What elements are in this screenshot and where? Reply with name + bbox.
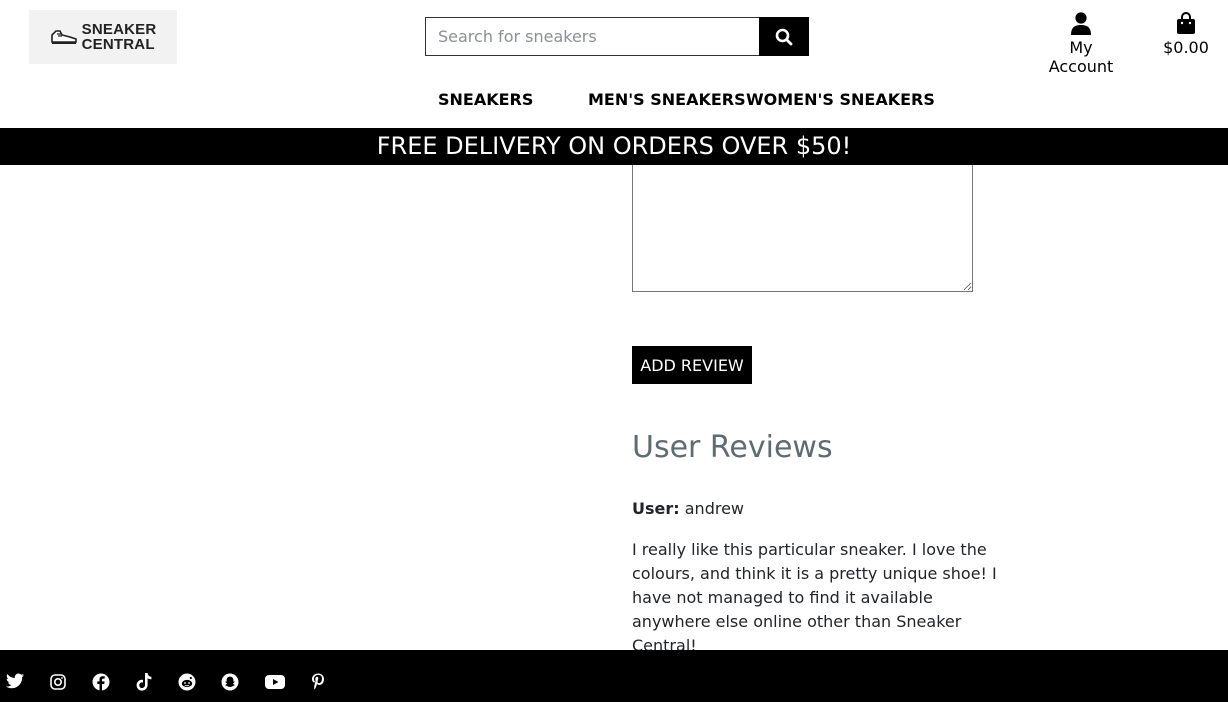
review-user: User: andrew (632, 499, 744, 518)
snapchat-link[interactable] (220, 672, 240, 692)
user-icon (1071, 12, 1091, 35)
logo-line-1: SNEAKER (81, 21, 157, 38)
review-user-label: User: (632, 499, 680, 518)
pinterest-link[interactable] (308, 672, 328, 692)
nav-item-mens-sneakers[interactable]: MEN'S SNEAKERS (588, 90, 746, 109)
sneaker-logo-icon (50, 30, 77, 44)
search-icon (775, 28, 793, 45)
shopping-bag-icon (1177, 12, 1195, 34)
search-bar (425, 17, 809, 56)
tiktok-link[interactable] (134, 672, 154, 692)
page: SNEAKER CENTRAL My Account (0, 0, 1228, 702)
search-button[interactable] (759, 17, 809, 56)
logo-text: SNEAKER CENTRAL (82, 22, 157, 52)
facebook-icon (92, 673, 110, 691)
review-body: I really like this particular sneaker. I… (632, 540, 997, 655)
review-textarea[interactable] (632, 165, 973, 292)
nav-item-womens-sneakers[interactable]: WOMEN'S SNEAKERS (746, 90, 935, 109)
my-account-label: My Account (1048, 38, 1114, 76)
youtube-link[interactable] (265, 672, 285, 692)
add-review-button[interactable]: ADD REVIEW (632, 346, 752, 384)
my-account-link[interactable]: My Account (1036, 12, 1126, 76)
cart-total: $0.00 (1163, 38, 1209, 57)
nav-item-sneakers[interactable]: SNEAKERS (438, 90, 533, 109)
cart-link[interactable]: $0.00 (1160, 12, 1212, 57)
snapchat-icon (221, 673, 239, 691)
youtube-icon (265, 675, 285, 689)
instagram-icon (50, 674, 66, 690)
tiktok-icon (136, 673, 152, 691)
user-reviews-heading: User Reviews (632, 430, 833, 465)
search-input[interactable] (425, 17, 759, 56)
site-logo[interactable]: SNEAKER CENTRAL (29, 10, 177, 64)
reddit-link[interactable] (177, 672, 197, 692)
footer (0, 650, 1228, 702)
review-username: andrew (684, 499, 745, 518)
reddit-icon (178, 673, 196, 691)
twitter-icon (6, 673, 24, 689)
twitter-link[interactable] (5, 671, 25, 691)
instagram-link[interactable] (48, 672, 68, 692)
pinterest-icon (312, 673, 324, 690)
facebook-link[interactable] (91, 672, 111, 692)
promo-banner: FREE DELIVERY ON ORDERS OVER $50! (0, 128, 1228, 165)
logo-line-2: CENTRAL (81, 36, 155, 53)
